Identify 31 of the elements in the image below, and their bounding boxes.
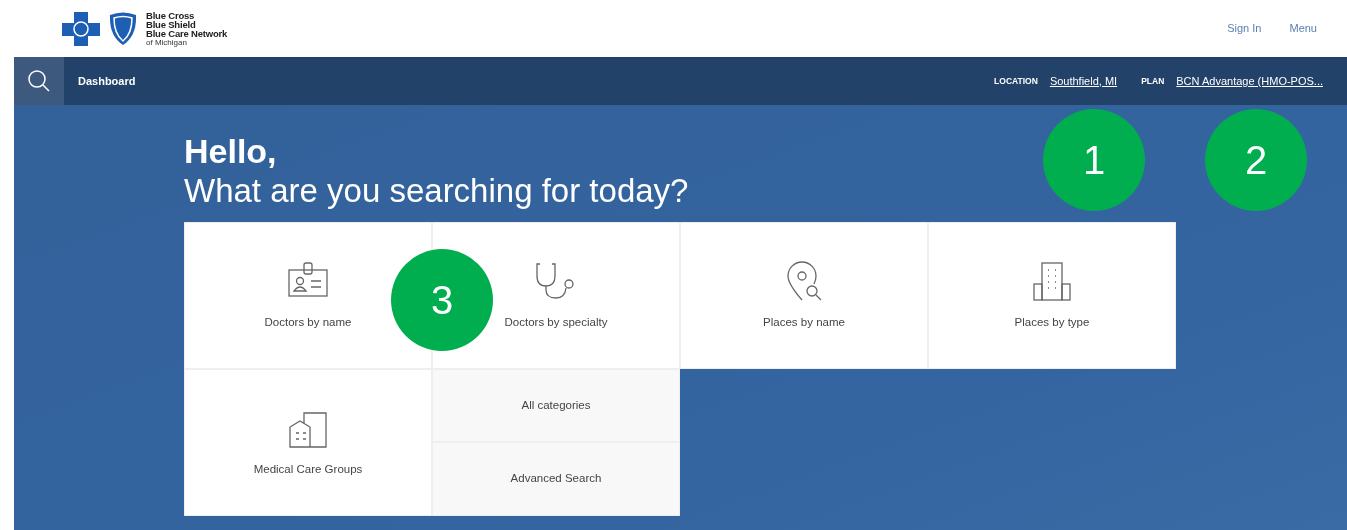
- location-link[interactable]: Southfield, MI: [1049, 72, 1118, 90]
- tile-label: Medical Care Groups: [253, 461, 363, 477]
- header-link[interactable]: Sign In: [1227, 20, 1262, 37]
- question-heading: What are you searching for today?: [184, 171, 689, 212]
- search-link-tile[interactable]: Advanced Search: [432, 442, 680, 516]
- search-tile[interactable]: Medical Care Groups: [184, 368, 432, 516]
- search-tile[interactable]: Doctors by name: [184, 221, 432, 369]
- tile-label: Places by type: [1014, 314, 1090, 330]
- logo-text: Blue Cross: [146, 10, 196, 20]
- search-link-tile[interactable]: All categories: [432, 368, 680, 443]
- callout-tooltip: 2: [1205, 109, 1307, 211]
- search-tile[interactable]: Places by name: [680, 221, 928, 369]
- location-label: LOCATION: [994, 74, 1038, 88]
- building-icon: [1030, 259, 1074, 304]
- tile-label: Doctors by name: [264, 314, 352, 330]
- callout-tooltip: 1: [1043, 109, 1145, 211]
- greeting-heading: Hello,: [184, 133, 277, 171]
- logo-text: Blue Care Network: [146, 28, 228, 38]
- tile-label: Doctors by specialty: [504, 314, 608, 330]
- dashboard-title: Dashboard: [78, 73, 136, 89]
- logo-subtext: of Michigan: [146, 37, 188, 47]
- logo-text: Blue Shield: [146, 19, 197, 29]
- shield-logo-icon: [108, 11, 138, 46]
- plan-label: PLAN: [1141, 74, 1165, 88]
- search-icon: [27, 69, 51, 93]
- search-button[interactable]: [14, 57, 64, 105]
- tile-label: Places by name: [763, 314, 845, 330]
- cross-logo-icon: [62, 11, 100, 46]
- search-tile[interactable]: Places by type: [928, 221, 1176, 369]
- plan-link[interactable]: BCN Advantage (HMO-POS...: [1176, 72, 1323, 90]
- header-link[interactable]: Menu: [1289, 20, 1317, 37]
